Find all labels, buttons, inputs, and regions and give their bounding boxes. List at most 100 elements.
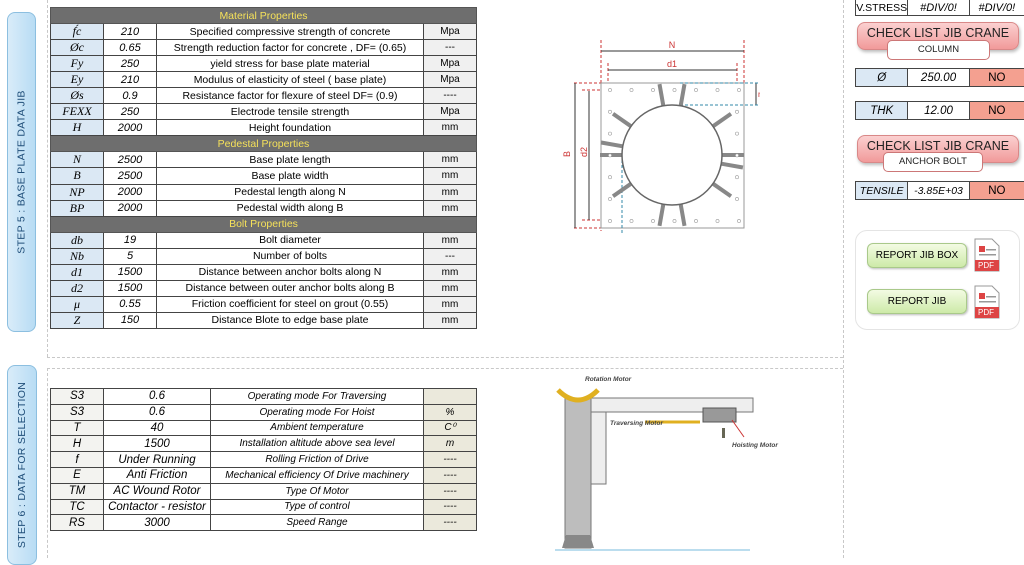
bolt-hole: [737, 219, 741, 223]
report-jib-button[interactable]: REPORT JIB: [867, 289, 967, 314]
description-cell: Mechanical efficiency Of Drive machinery: [210, 466, 424, 484]
table-row: NP 2000 Pedestal length along Nmm: [50, 183, 477, 201]
bolt-hole: [694, 219, 698, 223]
bolt-hole: [715, 219, 720, 223]
value-cell[interactable]: 150: [103, 311, 157, 329]
value-cell[interactable]: 19: [103, 231, 157, 249]
value-cell[interactable]: 0.9: [103, 87, 157, 105]
value-cell[interactable]: 40: [103, 419, 211, 437]
table-row: E Anti Friction Mechanical efficiency Of D…: [50, 466, 477, 484]
value-cell[interactable]: 1500: [103, 279, 157, 297]
symbol-cell: E: [50, 466, 104, 484]
value-cell[interactable]: 2500: [103, 151, 157, 169]
tensile-label: TENSILE: [856, 182, 909, 199]
value-cell[interactable]: 0.6: [103, 388, 211, 405]
symbol-cell: TM: [50, 482, 104, 500]
table-row: f́c 210 Specified compressive strength of …: [50, 23, 477, 41]
symbol-cell: Øc: [50, 39, 104, 57]
table-row: S3 0.6 Operating mode For Traversing: [50, 388, 477, 405]
rotation-motor-label: Rotation Motor: [585, 376, 632, 383]
base-plate-table: Material Properties f́c 210 Specified compr…: [50, 6, 477, 329]
unit-cell: C⁰: [423, 419, 477, 437]
unit-cell: mm: [423, 231, 477, 249]
table-row: Nb 5 Number of bolts ---: [50, 247, 477, 265]
description-cell: Installation altitude above sea level: [210, 435, 424, 453]
table-row: d2 1500 Distance between outer anchor bolt…: [50, 279, 477, 297]
table-row: TM AC Wound Rotor Type Of Motor ----: [50, 482, 477, 500]
value-cell[interactable]: Contactor - resistor: [103, 498, 211, 516]
diameter-row: Ø 250.00 NO: [855, 68, 1024, 87]
value-cell[interactable]: 0.65: [103, 39, 157, 57]
unit-cell: Mpa: [423, 55, 477, 73]
section-divider: [47, 357, 843, 358]
pdf-icon[interactable]: PDF: [973, 238, 1001, 272]
table-row: d1 1500 Distance between anchor bolts alon…: [50, 263, 477, 281]
table-row: Øc 0.65 Strength reduction factor for conc…: [50, 39, 477, 57]
symbol-cell: T: [50, 419, 104, 437]
table-row: f Under Running Rolling Friction of Drive -…: [50, 451, 477, 468]
unit-cell: mm: [423, 151, 477, 169]
value-cell[interactable]: 3000: [103, 514, 211, 532]
description-cell: Pedestal length along N: [156, 183, 424, 201]
symbol-cell: Ey: [50, 71, 104, 89]
value-cell[interactable]: 1500: [103, 263, 157, 281]
value-cell[interactable]: 2000: [103, 199, 157, 217]
value-cell[interactable]: 0.6: [103, 403, 211, 421]
table-row: db 19 Bolt diameter mm: [50, 231, 477, 249]
symbol-cell: NP: [50, 183, 104, 201]
section-divider: [47, 0, 48, 357]
value-cell[interactable]: 250: [103, 103, 157, 121]
symbol-cell: RS: [50, 514, 104, 532]
unit-cell: mm: [423, 199, 477, 217]
table-row: H 1500 Installation altitude above sea lev…: [50, 435, 477, 453]
selection-table: S3 0.6 Operating mode For Traversing S3 0.6 O…: [50, 388, 477, 532]
anchor-bolt-label: ANCHOR BOLT: [883, 152, 983, 172]
value-cell[interactable]: 1500: [103, 435, 211, 453]
description-cell: Operating mode For Traversing: [210, 388, 424, 405]
report-jib-box-button[interactable]: REPORT JIB BOX: [867, 243, 967, 268]
step6-tab[interactable]: STEP 6 : DATA FOR SELECTION: [7, 365, 37, 565]
symbol-cell: FEXX: [50, 103, 104, 121]
unit-cell: %: [423, 403, 477, 421]
symbol-cell: Z: [50, 311, 104, 329]
symbol-cell: B: [50, 167, 104, 185]
bolt-hole: [735, 131, 739, 136]
value-cell[interactable]: Under Running: [103, 451, 211, 468]
description-cell: Distance between anchor bolts along N: [156, 263, 424, 281]
unit-cell: Mpa: [423, 71, 477, 89]
check-list-title: CHECK LIST JIB CRANE: [866, 26, 1010, 40]
unit-cell: mm: [423, 311, 477, 329]
value-cell[interactable]: 2000: [103, 119, 157, 137]
unit-cell: [423, 388, 477, 405]
value-cell[interactable]: 2500: [103, 167, 157, 185]
thickness-row: THK 12.00 NO: [855, 101, 1024, 120]
value-cell[interactable]: Anti Friction: [103, 466, 211, 484]
description-cell: Electrode tensile strength: [156, 103, 424, 121]
unit-cell: ----: [423, 498, 477, 516]
step6-label: STEP 6 : DATA FOR SELECTION: [16, 381, 29, 549]
pdf-icon[interactable]: PDF: [973, 285, 1001, 319]
value-cell[interactable]: 250: [103, 55, 157, 73]
value-cell[interactable]: 210: [103, 23, 157, 41]
table-row: RS 3000 Speed Range ----: [50, 514, 477, 532]
bolt-hole: [608, 197, 612, 201]
tensile-status: NO: [969, 182, 1024, 199]
unit-cell: mm: [423, 263, 477, 281]
description-cell: Base plate length: [156, 151, 424, 169]
step5-tab[interactable]: STEP 5 : BASE PLATE DATA JIB: [7, 12, 36, 332]
value-cell[interactable]: 5: [103, 247, 157, 265]
description-cell: Base plate width: [156, 167, 424, 185]
value-cell[interactable]: AC Wound Rotor: [103, 482, 211, 500]
base-plate-diagram: N d1 B d2 n m: [562, 40, 760, 235]
unit-cell: mm: [423, 279, 477, 297]
section-header-row: Pedestal Properties: [50, 135, 477, 153]
bolt-hole: [608, 219, 612, 223]
value-cell[interactable]: 2000: [103, 183, 157, 201]
value-cell[interactable]: 210: [103, 71, 157, 89]
description-cell: Height foundation: [156, 119, 424, 137]
thickness-value: 12.00: [908, 102, 970, 119]
unit-cell: ----: [423, 466, 477, 484]
value-cell[interactable]: 0.55: [103, 295, 157, 313]
bolt-hole: [694, 88, 698, 92]
jib-crane-diagram: Rotation Motor Traversing Motor Hoisting…: [555, 376, 778, 551]
